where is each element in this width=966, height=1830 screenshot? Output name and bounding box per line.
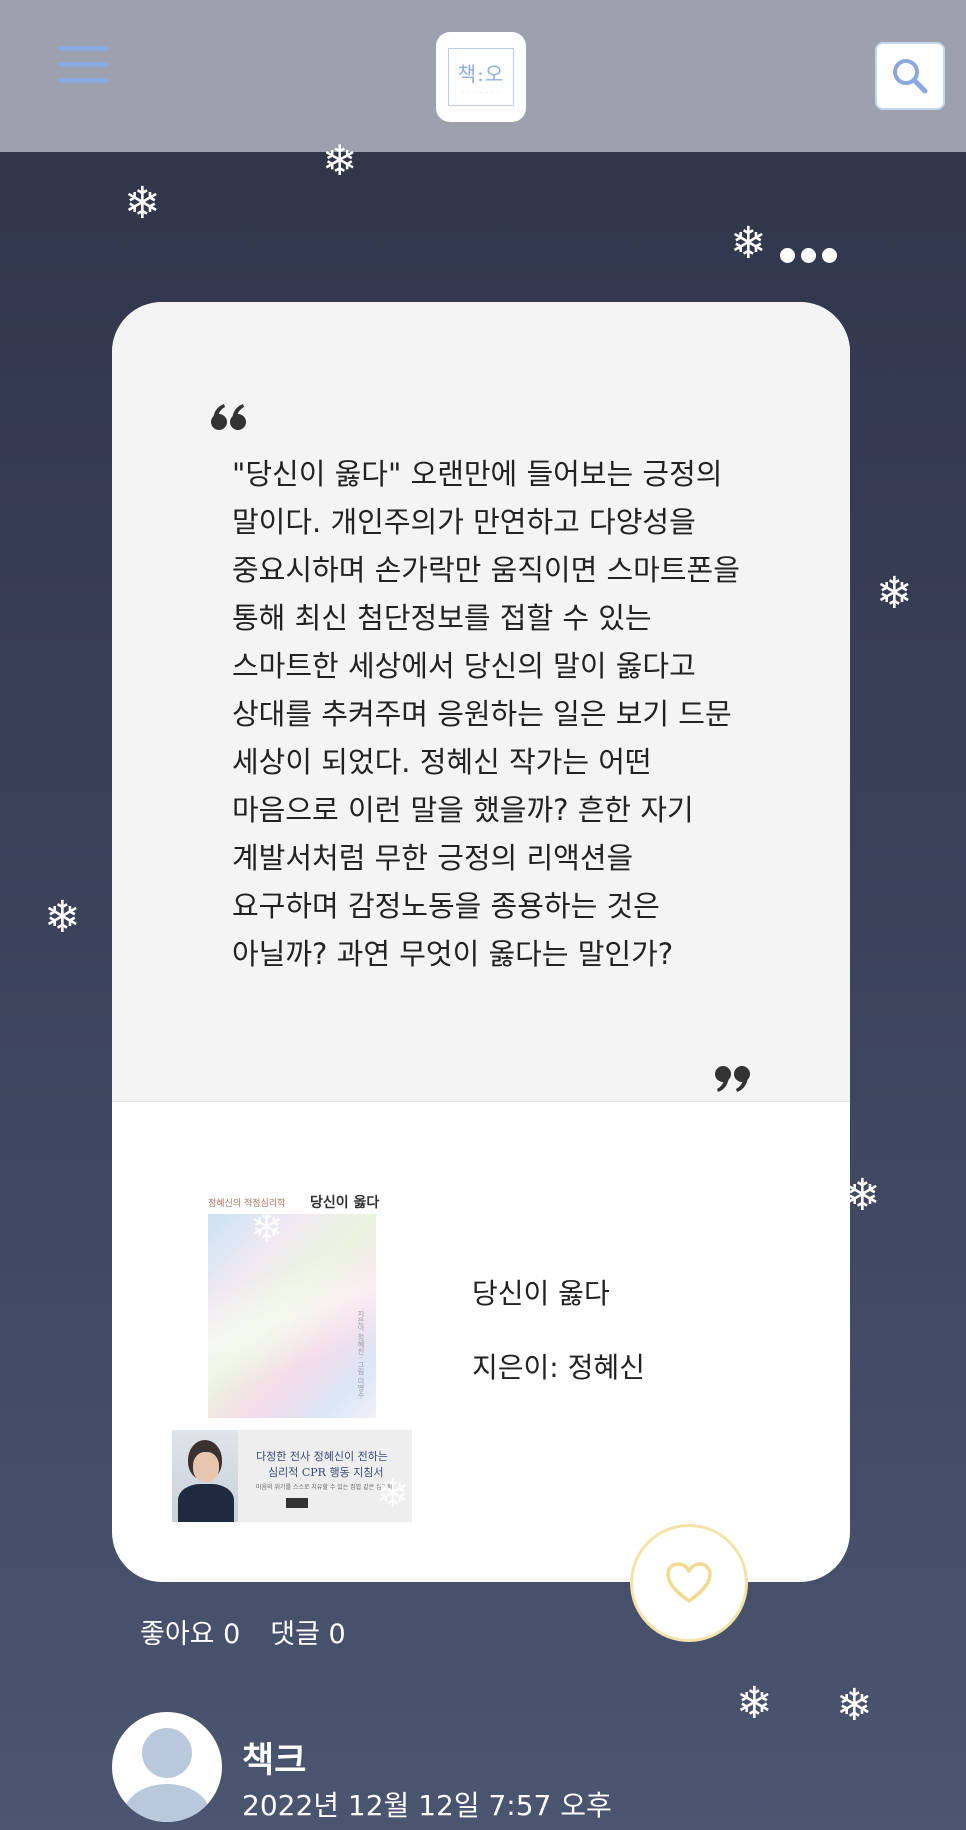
logo-text: 책:오 (457, 61, 505, 86)
snowflake-icon: ❄ (730, 218, 767, 269)
band-subline: 마음의 위기를 스스로 치유할 수 있는 집밥 같은 심리학 (256, 1484, 393, 1491)
more-options-button[interactable] (780, 240, 838, 270)
snowflake-icon: ❄ (250, 1205, 284, 1251)
app-logo[interactable]: 책:오 · · · · · · · (436, 32, 526, 122)
publisher-badge (286, 1498, 308, 1508)
quote-close-icon (715, 1066, 750, 1092)
search-icon (893, 59, 928, 94)
avatar-head (142, 1728, 192, 1778)
comments-count[interactable]: 댓글 0 (270, 1612, 345, 1651)
like-button[interactable] (630, 1524, 748, 1642)
snowflake-icon: ❄ (376, 1471, 410, 1517)
more-dots-icon (801, 247, 816, 263)
heart-icon (666, 1562, 712, 1603)
author-photo-face (193, 1452, 219, 1482)
search-button[interactable] (875, 42, 945, 110)
author-photo-body (178, 1484, 234, 1522)
logo-subtext-decoration: · · · · · · · (462, 89, 500, 97)
cover-author-text: 지은이 정혜신 · 그림 이명수 (357, 1310, 365, 1399)
hamburger-icon-line (58, 78, 110, 83)
band-headline-2: 심리적 CPR 행동 지침서 (268, 1466, 384, 1479)
snowflake-icon: ❄ (44, 892, 81, 943)
more-dots-icon (780, 247, 795, 263)
review-quote-text: "당신이 옳다" 오랜만에 들어보는 긍정의 말이다. 개인주의가 만연하고 다… (232, 457, 740, 971)
book-title: 당신이 옳다 (472, 1277, 610, 1310)
user-avatar[interactable] (112, 1712, 222, 1822)
band-headline-1: 다정한 전사 정혜신이 전하는 (256, 1450, 388, 1463)
cover-title-text: 당신이 옳다 (310, 1195, 380, 1211)
snowflake-icon: ❄ (876, 568, 913, 619)
hamburger-icon-line (58, 46, 110, 51)
snowflake-icon: ❄ (736, 1678, 773, 1729)
book-author: 지은이: 정혜신 (472, 1351, 645, 1384)
cover-top: 정혜신의 적정심리학 당신이 옳다 지은이 정혜신 · 그림 이명수 (172, 1184, 412, 1418)
post-card: "당신이 옳다" 오랜만에 들어보는 긍정의 말이다. 개인주의가 만연하고 다… (112, 302, 850, 1582)
username[interactable]: 책크 (242, 1732, 306, 1783)
likes-count[interactable]: 좋아요 0 (140, 1612, 240, 1651)
snowflake-icon: ❄ (836, 1680, 873, 1731)
avatar-body (124, 1784, 210, 1822)
hamburger-icon-line (58, 62, 110, 67)
menu-button[interactable] (58, 46, 110, 88)
author-photo (172, 1430, 238, 1522)
snowflake-icon: ❄ (124, 178, 161, 229)
quote-section: "당신이 옳다" 오랜만에 들어보는 긍정의 말이다. 개인주의가 만연하고 다… (112, 302, 850, 1102)
post-timestamp: 2022년 12월 12일 7:57 오후 (242, 1789, 612, 1822)
post-stats: 좋아요 0 댓글 0 (140, 1612, 346, 1651)
more-dots-icon (822, 247, 837, 263)
cover-artwork (208, 1214, 376, 1418)
top-header: 책:오 · · · · · · · (0, 0, 966, 152)
quote-open-icon (211, 404, 246, 430)
logo-mark: 책:오 · · · · · · · (448, 48, 514, 106)
snowflake-icon: ❄ (322, 136, 358, 185)
